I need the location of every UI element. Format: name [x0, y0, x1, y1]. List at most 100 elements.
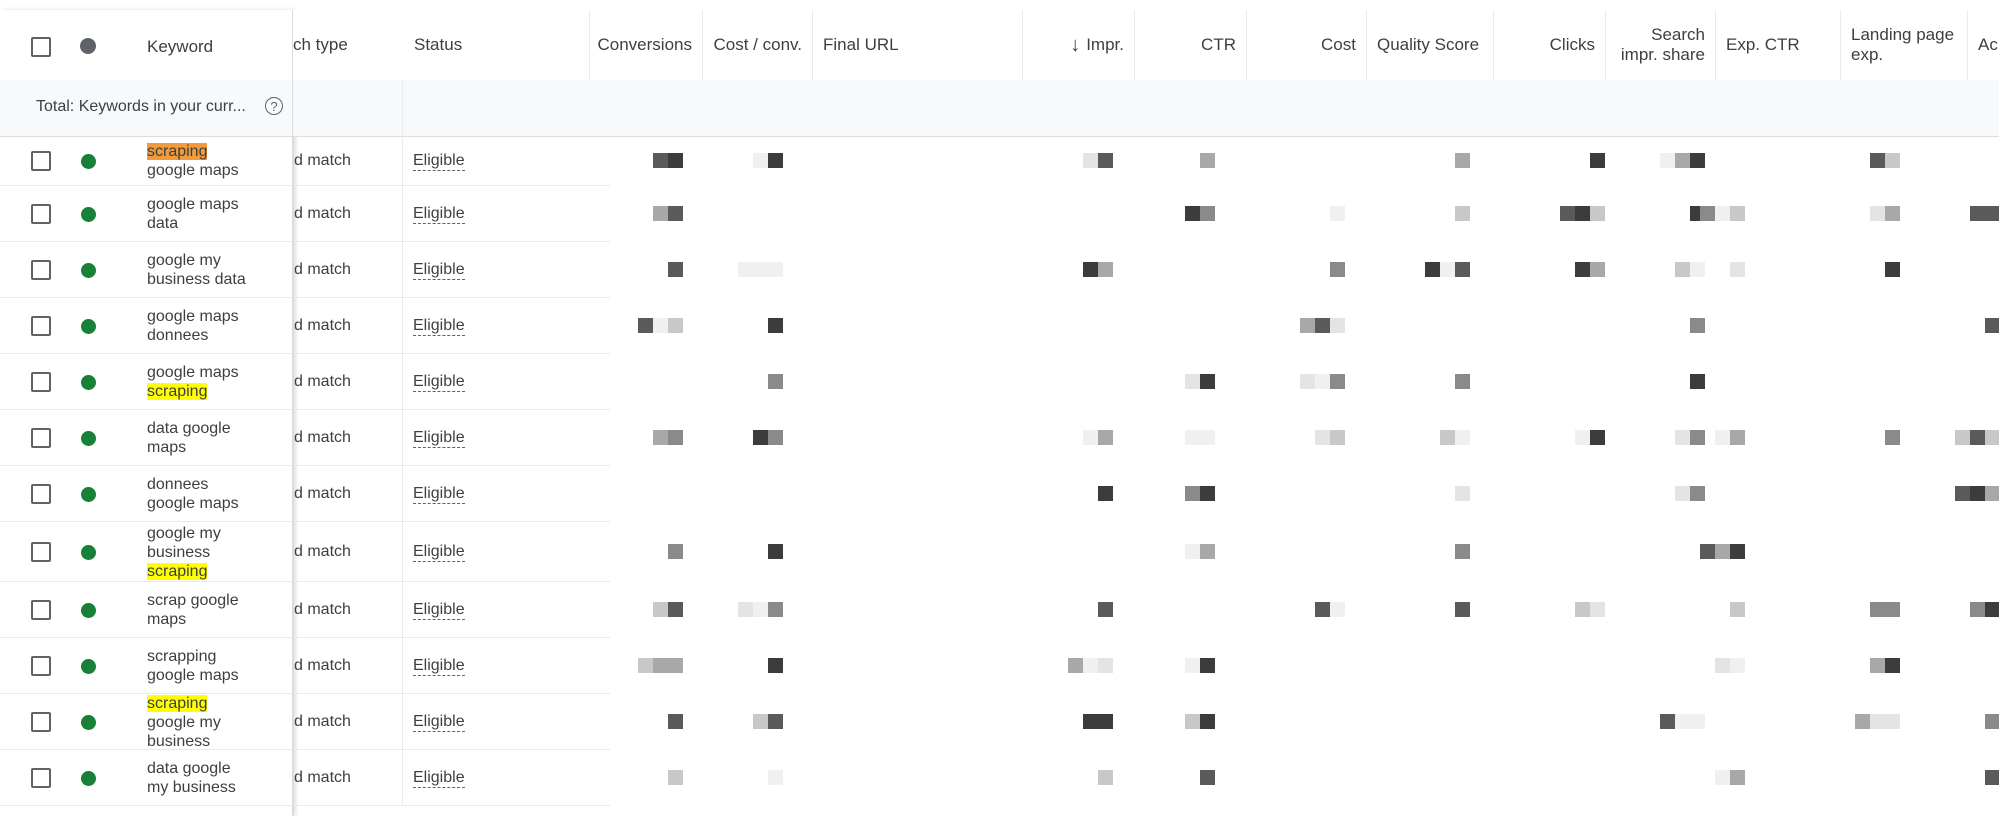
obscured-value — [1425, 262, 1440, 277]
status-text[interactable]: Eligible — [413, 205, 465, 224]
obscured-value — [768, 318, 783, 333]
obscured-value — [1300, 318, 1315, 333]
status-dot-icon — [81, 659, 96, 674]
col-keyword[interactable]: Keyword — [147, 37, 213, 57]
keyword-highlight: scraping — [147, 562, 208, 580]
obscured-value — [1955, 430, 1970, 445]
col-match-type[interactable]: ch type — [293, 10, 404, 80]
obscured-value — [1185, 544, 1200, 559]
keyword-text[interactable]: google maps scraping — [147, 363, 267, 401]
table-row[interactable]: google maps donnees — [0, 298, 292, 354]
obscured-value — [753, 714, 768, 729]
row-checkbox[interactable] — [31, 542, 51, 562]
obscured-value — [1730, 658, 1745, 673]
row-checkbox[interactable] — [31, 428, 51, 448]
obscured-value — [668, 714, 683, 729]
obscured-value — [1870, 714, 1885, 729]
obscured-value — [1690, 374, 1705, 389]
table-row[interactable]: google maps scraping — [0, 354, 292, 410]
table-row[interactable]: scraping google maps — [0, 136, 292, 186]
select-all-checkbox[interactable] — [31, 37, 51, 57]
keyword-text[interactable]: google my business data — [147, 251, 267, 289]
status-text[interactable]: Eligible — [413, 317, 465, 336]
status-text[interactable]: Eligible — [413, 485, 465, 504]
obscured-value — [1715, 430, 1730, 445]
status-text[interactable]: Eligible — [413, 601, 465, 620]
obscured-value — [1200, 206, 1215, 221]
status-text[interactable]: Eligible — [413, 657, 465, 676]
col-status[interactable]: Status — [403, 10, 590, 80]
keyword-text[interactable]: scraping google my business — [147, 694, 267, 751]
col-search-impr-share[interactable]: Search impr. share — [1606, 10, 1716, 80]
status-header-icon — [80, 38, 96, 54]
keyword-text[interactable]: google maps data — [147, 195, 267, 233]
keyword-text[interactable]: scrapping google maps — [147, 647, 267, 685]
help-icon[interactable]: ? — [265, 97, 283, 115]
col-quality-score[interactable]: Quality Score — [1367, 10, 1494, 80]
keyword-text[interactable]: donnees google maps — [147, 475, 267, 513]
row-checkbox[interactable] — [31, 656, 51, 676]
match-type-text: d match — [294, 601, 351, 618]
col-ad-relevance[interactable]: Ac — [1968, 10, 1999, 80]
row-checkbox[interactable] — [31, 204, 51, 224]
col-conversions[interactable]: Conversions — [580, 10, 703, 80]
status-text[interactable]: Eligible — [413, 769, 465, 788]
keyword-text[interactable]: scraping google maps — [147, 142, 267, 180]
obscured-value — [1455, 262, 1470, 277]
col-impr[interactable]: ↓ Impr. — [1023, 10, 1135, 80]
col-ctr[interactable]: CTR — [1135, 10, 1247, 80]
status-text[interactable]: Eligible — [413, 543, 465, 562]
obscured-value — [1200, 714, 1215, 729]
row-checkbox[interactable] — [31, 372, 51, 392]
obscured-value — [1098, 430, 1113, 445]
keyword-text[interactable]: google maps donnees — [147, 307, 267, 345]
col-cost[interactable]: Cost — [1247, 10, 1367, 80]
sort-down-icon: ↓ — [1070, 33, 1081, 56]
obscured-value — [653, 602, 668, 617]
col-landing-page-exp[interactable]: Landing page exp. — [1841, 10, 1968, 80]
col-exp-ctr[interactable]: Exp. CTR — [1716, 10, 1841, 80]
status-text[interactable]: Eligible — [413, 373, 465, 392]
status-text[interactable]: Eligible — [413, 152, 465, 171]
status-text[interactable]: Eligible — [413, 429, 465, 448]
keyword-text[interactable]: scrap google maps — [147, 591, 267, 629]
table-row[interactable]: donnees google maps — [0, 466, 292, 522]
table-row[interactable]: google my business scraping — [0, 522, 292, 582]
col-cost-conv[interactable]: Cost / conv. — [703, 10, 813, 80]
keyword-text[interactable]: google my business scraping — [147, 524, 267, 581]
row-checkbox[interactable] — [31, 151, 51, 171]
obscured-value — [1690, 430, 1705, 445]
obscured-value — [1970, 486, 1985, 501]
table-row[interactable]: scrap google maps — [0, 582, 292, 638]
table-row[interactable]: scrapping google maps — [0, 638, 292, 694]
obscured-value — [1440, 262, 1455, 277]
table-row[interactable]: google my business data — [0, 242, 292, 298]
row-checkbox[interactable] — [31, 260, 51, 280]
obscured-value — [1068, 658, 1083, 673]
obscured-value — [668, 770, 683, 785]
table-row-match-status: d match Eligible — [293, 750, 610, 806]
row-checkbox[interactable] — [31, 712, 51, 732]
obscured-value — [1970, 430, 1985, 445]
obscured-value — [1870, 206, 1885, 221]
table-row[interactable]: data google my business — [0, 750, 292, 806]
table-row[interactable]: data google maps — [0, 410, 292, 466]
col-final-url[interactable]: Final URL — [813, 10, 1023, 80]
row-checkbox[interactable] — [31, 768, 51, 788]
obscured-value — [753, 602, 768, 617]
table-row[interactable]: google maps data — [0, 186, 292, 242]
obscured-value — [753, 153, 768, 168]
status-text[interactable]: Eligible — [413, 261, 465, 280]
keyword-text[interactable]: data google maps — [147, 419, 267, 457]
table-row[interactable]: scraping google my business — [0, 694, 292, 750]
obscured-value — [668, 206, 683, 221]
row-checkbox[interactable] — [31, 484, 51, 504]
keyword-text[interactable]: data google my business — [147, 759, 267, 797]
obscured-value — [1730, 770, 1745, 785]
obscured-value — [768, 770, 783, 785]
row-checkbox[interactable] — [31, 600, 51, 620]
row-checkbox[interactable] — [31, 316, 51, 336]
status-text[interactable]: Eligible — [413, 713, 465, 732]
col-clicks[interactable]: Clicks — [1494, 10, 1606, 80]
obscured-value — [638, 658, 653, 673]
